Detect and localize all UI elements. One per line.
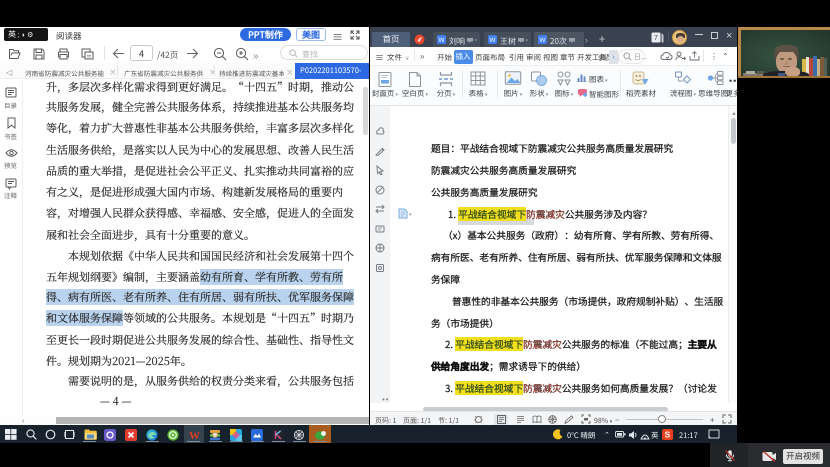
svg-text:7: 7 bbox=[654, 35, 658, 42]
svg-text:W: W bbox=[489, 37, 496, 44]
svg-text:S: S bbox=[665, 429, 671, 439]
svg-text:W: W bbox=[539, 37, 546, 44]
svg-text:W: W bbox=[189, 430, 200, 441]
svg-text:W: W bbox=[438, 37, 445, 44]
